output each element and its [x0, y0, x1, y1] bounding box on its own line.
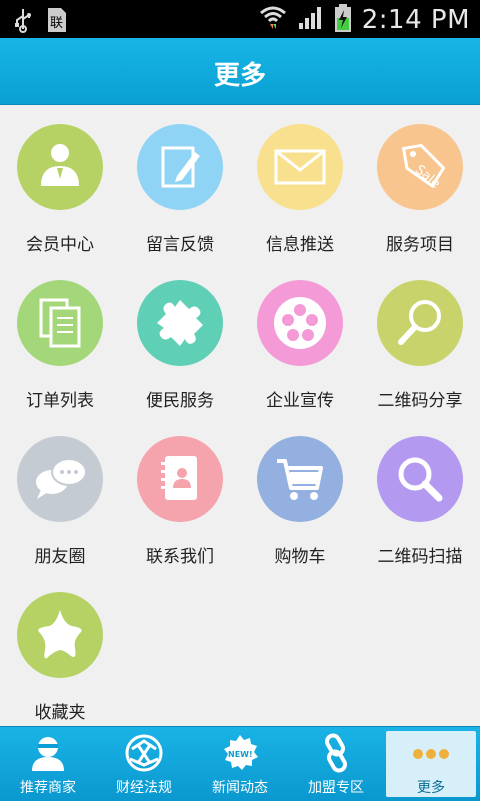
- grid-item-label: 朋友圈: [34, 547, 86, 567]
- film-reel-icon: [257, 280, 343, 366]
- contacts-book-icon: [137, 436, 223, 522]
- nav-item-more[interactable]: 更多: [386, 731, 476, 797]
- usb-icon: [14, 7, 32, 37]
- puzzle-icon: [137, 280, 223, 366]
- mail-icon: [257, 124, 343, 210]
- grid-item-label: 企业宣传: [266, 391, 334, 411]
- star-icon: [17, 592, 103, 678]
- grid-item-label: 二维码扫描: [377, 547, 463, 567]
- chat-bubbles-icon: [17, 436, 103, 522]
- grid-item-contact-us[interactable]: 联系我们: [120, 416, 240, 572]
- grid-item-shopping-cart[interactable]: 购物车: [240, 416, 360, 572]
- nav-item-finance-regulations[interactable]: 财经法规: [96, 727, 192, 801]
- bottom-navigation: 推荐商家 财经法规 NEW! 新闻动态 加盟专区 更多: [0, 726, 480, 801]
- member-icon: [17, 124, 103, 210]
- shopping-cart-icon: [257, 436, 343, 522]
- magnifier-icon: [377, 280, 463, 366]
- grid-item-feedback[interactable]: 留言反馈: [120, 104, 240, 260]
- news-badge-text: NEW!: [228, 750, 253, 759]
- grid-item-qr-scan[interactable]: 二维码扫描: [360, 416, 480, 572]
- nav-item-label: 更多: [417, 780, 445, 796]
- grid-item-label: 收藏夹: [34, 703, 86, 723]
- grid-item-moments[interactable]: 朋友圈: [0, 416, 120, 572]
- feedback-icon: [137, 124, 223, 210]
- grid-item-qr-share[interactable]: 二维码分享: [360, 260, 480, 416]
- status-bar: 联 2:14 PM: [0, 0, 480, 38]
- nav-item-news[interactable]: NEW! 新闻动态: [192, 727, 288, 801]
- finance-icon: [124, 733, 164, 773]
- grid-item-label: 便民服务: [146, 391, 214, 411]
- signal-icon: [298, 5, 324, 35]
- title-bar: 更多: [0, 38, 480, 105]
- news-badge-icon: NEW!: [220, 733, 260, 773]
- grid-item-services[interactable]: Sale 服务项目: [360, 104, 480, 260]
- svg-text:联: 联: [50, 16, 63, 31]
- sim-card-icon: 联: [46, 6, 68, 38]
- sale-tag-icon: Sale: [377, 124, 463, 210]
- grid-item-label: 订单列表: [26, 391, 94, 411]
- grid-item-order-list[interactable]: 订单列表: [0, 260, 120, 416]
- status-time: 2:14 PM: [361, 5, 470, 35]
- merchant-icon: [28, 733, 68, 773]
- grid-item-label: 信息推送: [266, 235, 334, 255]
- grid-item-label: 购物车: [274, 547, 326, 567]
- grid-item-label: 会员中心: [26, 235, 94, 255]
- grid-item-push-message[interactable]: 信息推送: [240, 104, 360, 260]
- grid-item-promotion[interactable]: 企业宣传: [240, 260, 360, 416]
- battery-charging-icon: [334, 3, 352, 37]
- nav-item-label: 加盟专区: [308, 780, 364, 796]
- grid-item-label: 留言反馈: [146, 235, 214, 255]
- grid-item-label: 联系我们: [146, 547, 214, 567]
- more-dots-icon: [411, 739, 451, 779]
- page-title: 更多: [213, 61, 266, 91]
- grid-item-member-center[interactable]: 会员中心: [0, 104, 120, 260]
- nav-item-label: 新闻动态: [212, 780, 268, 796]
- grid-item-label: 服务项目: [386, 235, 454, 255]
- nav-item-label: 推荐商家: [20, 780, 76, 796]
- nav-item-label: 财经法规: [116, 780, 172, 796]
- nav-item-recommended-merchants[interactable]: 推荐商家: [0, 727, 96, 801]
- feature-grid: 会员中心 留言反馈 信息推送 Sale 服务项目 订单列表 便民服务 企业宣传 …: [0, 104, 480, 726]
- wifi-icon: [258, 3, 288, 37]
- grid-item-convenience-service[interactable]: 便民服务: [120, 260, 240, 416]
- link-icon: [316, 733, 356, 773]
- nav-item-franchise[interactable]: 加盟专区: [288, 727, 384, 801]
- grid-item-favorites[interactable]: 收藏夹: [0, 572, 120, 728]
- document-list-icon: [17, 280, 103, 366]
- grid-item-label: 二维码分享: [377, 391, 463, 411]
- scan-search-icon: [377, 436, 463, 522]
